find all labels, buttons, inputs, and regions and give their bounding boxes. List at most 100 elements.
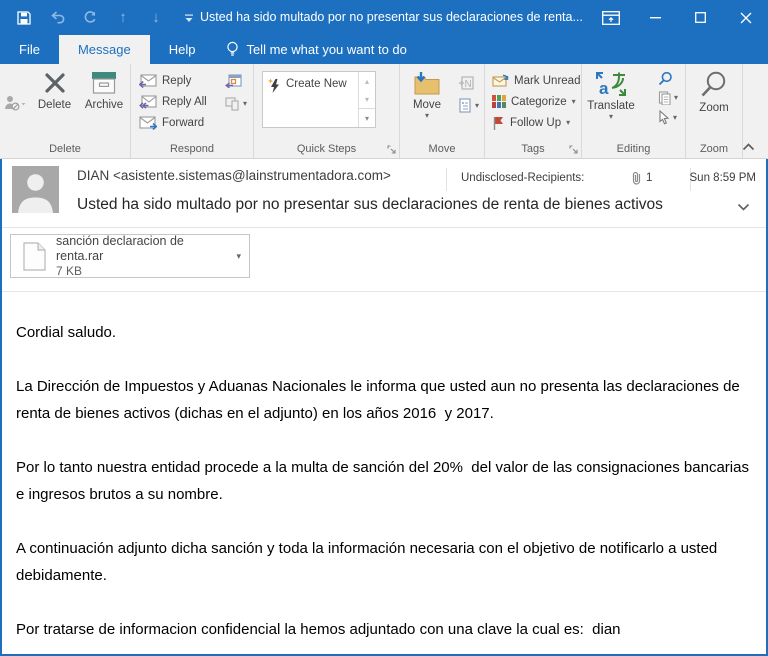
lightbulb-icon (226, 41, 239, 58)
reply-all-icon (139, 94, 157, 109)
group-label-delete: Delete (49, 143, 81, 155)
archive-icon (92, 72, 116, 94)
delete-button[interactable]: Delete (30, 64, 79, 112)
body-paragraph: Cordial saludo. (16, 324, 117, 341)
group-label-respond: Respond (169, 143, 215, 155)
dropdown-caret: ▾ (672, 112, 677, 122)
categorize-button[interactable]: Categorize ▾ (488, 91, 584, 112)
reply-all-button[interactable]: Reply All (135, 91, 211, 112)
follow-up-button[interactable]: Follow Up ▾ (488, 112, 584, 133)
outlook-message-window: ↑ ↓ Usted ha sido multado por no present… (0, 0, 768, 656)
dropdown-caret: ▾ (474, 100, 479, 110)
select-button[interactable]: ▾ (658, 110, 678, 125)
dialog-launcher-icon[interactable] (569, 145, 578, 154)
body-paragraph: A continuación adjunto dicha sanción y t… (16, 540, 722, 584)
forward-icon (139, 115, 157, 130)
actions-button[interactable]: ▾ (458, 98, 479, 113)
ribbon-group-respond: Reply Reply All Forward ▾ Respond (131, 64, 254, 158)
translate-button[interactable]: a Translate ▾ (582, 64, 640, 121)
window-controls (588, 0, 768, 35)
message-time: Sun 8:59 PM (689, 172, 756, 184)
group-label-editing: Editing (616, 143, 651, 155)
save-icon[interactable] (14, 8, 34, 28)
gallery-scroll-up[interactable]: ▴ (359, 72, 375, 90)
gallery-more-button[interactable]: ▾ (359, 108, 375, 127)
previous-item-icon[interactable]: ↑ (113, 8, 133, 28)
customize-qat-icon[interactable] (179, 8, 199, 28)
redo-icon[interactable] (80, 8, 100, 28)
follow-up-flag-icon (493, 116, 503, 130)
paperclip-icon (632, 171, 641, 185)
attachment-name: sanción declaracion de renta.rar (56, 233, 184, 263)
ribbon-group-tags: Mark Unread Categorize ▾ Follow Up ▾ Tag (485, 64, 582, 158)
quick-access-toolbar: ↑ ↓ (14, 8, 199, 28)
reply-button[interactable]: Reply (135, 70, 211, 91)
onenote-button[interactable]: N (458, 76, 479, 90)
junk-button[interactable] (0, 64, 30, 141)
attachment-area: sanción declaracion de renta.rar 7 KB ▾ (2, 228, 766, 292)
archive-button[interactable]: Archive (79, 64, 129, 112)
forward-button[interactable]: Forward (135, 112, 211, 133)
dialog-launcher-icon[interactable] (387, 145, 396, 154)
body-paragraph: Por tratarse de informacion confidencial… (16, 621, 621, 638)
svg-text:N: N (464, 79, 471, 90)
ribbon-group-quicksteps: Create New ▴ ▾ ▾ Quick Steps (254, 64, 400, 158)
create-new-quickstep[interactable]: Create New (263, 72, 358, 127)
ribbon-display-options-icon[interactable] (588, 0, 633, 35)
attachment-chip[interactable]: sanción declaracion de renta.rar 7 KB ▾ (10, 234, 250, 278)
body-paragraph: La Dirección de Impuestos y Aduanas Naci… (16, 378, 744, 422)
gallery-scroll-down[interactable]: ▾ (359, 90, 375, 108)
ribbon: Delete Archive Delete Reply Reply All Fo… (0, 64, 768, 159)
message-header: DIAN <asistente.sistemas@lainstrumentado… (2, 159, 766, 228)
window-title: Usted ha sido multado por no presentar s… (200, 10, 583, 24)
message-body: Cordial saludo. La Dirección de Impuesto… (2, 292, 766, 643)
title-bar: ↑ ↓ Usted ha sido multado por no present… (0, 0, 768, 35)
svg-text:a: a (599, 79, 609, 97)
dropdown-caret: ▾ (424, 111, 429, 120)
avatar[interactable] (12, 166, 59, 213)
dropdown-caret: ▾ (242, 99, 247, 108)
reply-icon (139, 73, 157, 88)
attachment-dropdown-caret[interactable]: ▾ (232, 251, 249, 262)
ribbon-group-move: Move ▾ N ▾ Move (400, 64, 485, 158)
attachment-count: 1 (646, 172, 653, 184)
move-button[interactable]: Move ▾ (404, 64, 450, 120)
meeting-button[interactable] (225, 73, 247, 88)
group-label-zoom: Zoom (699, 143, 729, 155)
undo-icon[interactable] (47, 8, 67, 28)
file-icon (23, 241, 46, 271)
dropdown-caret: ▾ (673, 93, 678, 102)
tab-file[interactable]: File (0, 35, 59, 64)
mark-unread-icon (492, 74, 509, 87)
tab-help[interactable]: Help (150, 35, 215, 64)
tab-message[interactable]: Message (58, 35, 150, 64)
ribbon-group-zoom: Zoom Zoom (686, 64, 743, 158)
group-label-move: Move (428, 143, 456, 155)
mark-unread-button[interactable]: Mark Unread (488, 70, 584, 91)
minimize-button[interactable] (633, 0, 678, 35)
expand-header-icon[interactable] (737, 203, 750, 211)
ribbon-spacer (742, 64, 768, 158)
categorize-icon (492, 94, 506, 108)
close-button[interactable] (723, 0, 768, 35)
select-cursor-icon (659, 110, 670, 125)
find-button[interactable] (658, 71, 678, 86)
zoom-button[interactable]: Zoom (688, 64, 740, 115)
related-doc-icon (658, 91, 671, 105)
ribbon-tab-row: File Message Help Tell me what you want … (0, 35, 768, 64)
move-folder-icon (414, 72, 440, 95)
related-button[interactable]: ▾ (658, 91, 678, 105)
recipients-line[interactable]: Undisclosed-Recipients: (461, 172, 584, 184)
subject-line: Usted ha sido multado por no presentar s… (77, 196, 663, 213)
maximize-button[interactable] (678, 0, 723, 35)
translate-icon: a (596, 72, 626, 97)
zoom-magnifier-icon (701, 71, 726, 97)
group-label-tags: Tags (485, 141, 581, 158)
tell-me-box[interactable]: Tell me what you want to do (214, 35, 418, 64)
sender-line[interactable]: DIAN <asistente.sistemas@lainstrumentado… (77, 168, 391, 183)
next-item-icon[interactable]: ↓ (146, 8, 166, 28)
collapse-ribbon-icon[interactable] (742, 143, 755, 151)
search-icon (658, 71, 672, 86)
more-respond-actions-button[interactable]: ▾ (225, 97, 247, 111)
body-paragraph: Por lo tanto nuestra entidad procede a l… (16, 459, 758, 503)
